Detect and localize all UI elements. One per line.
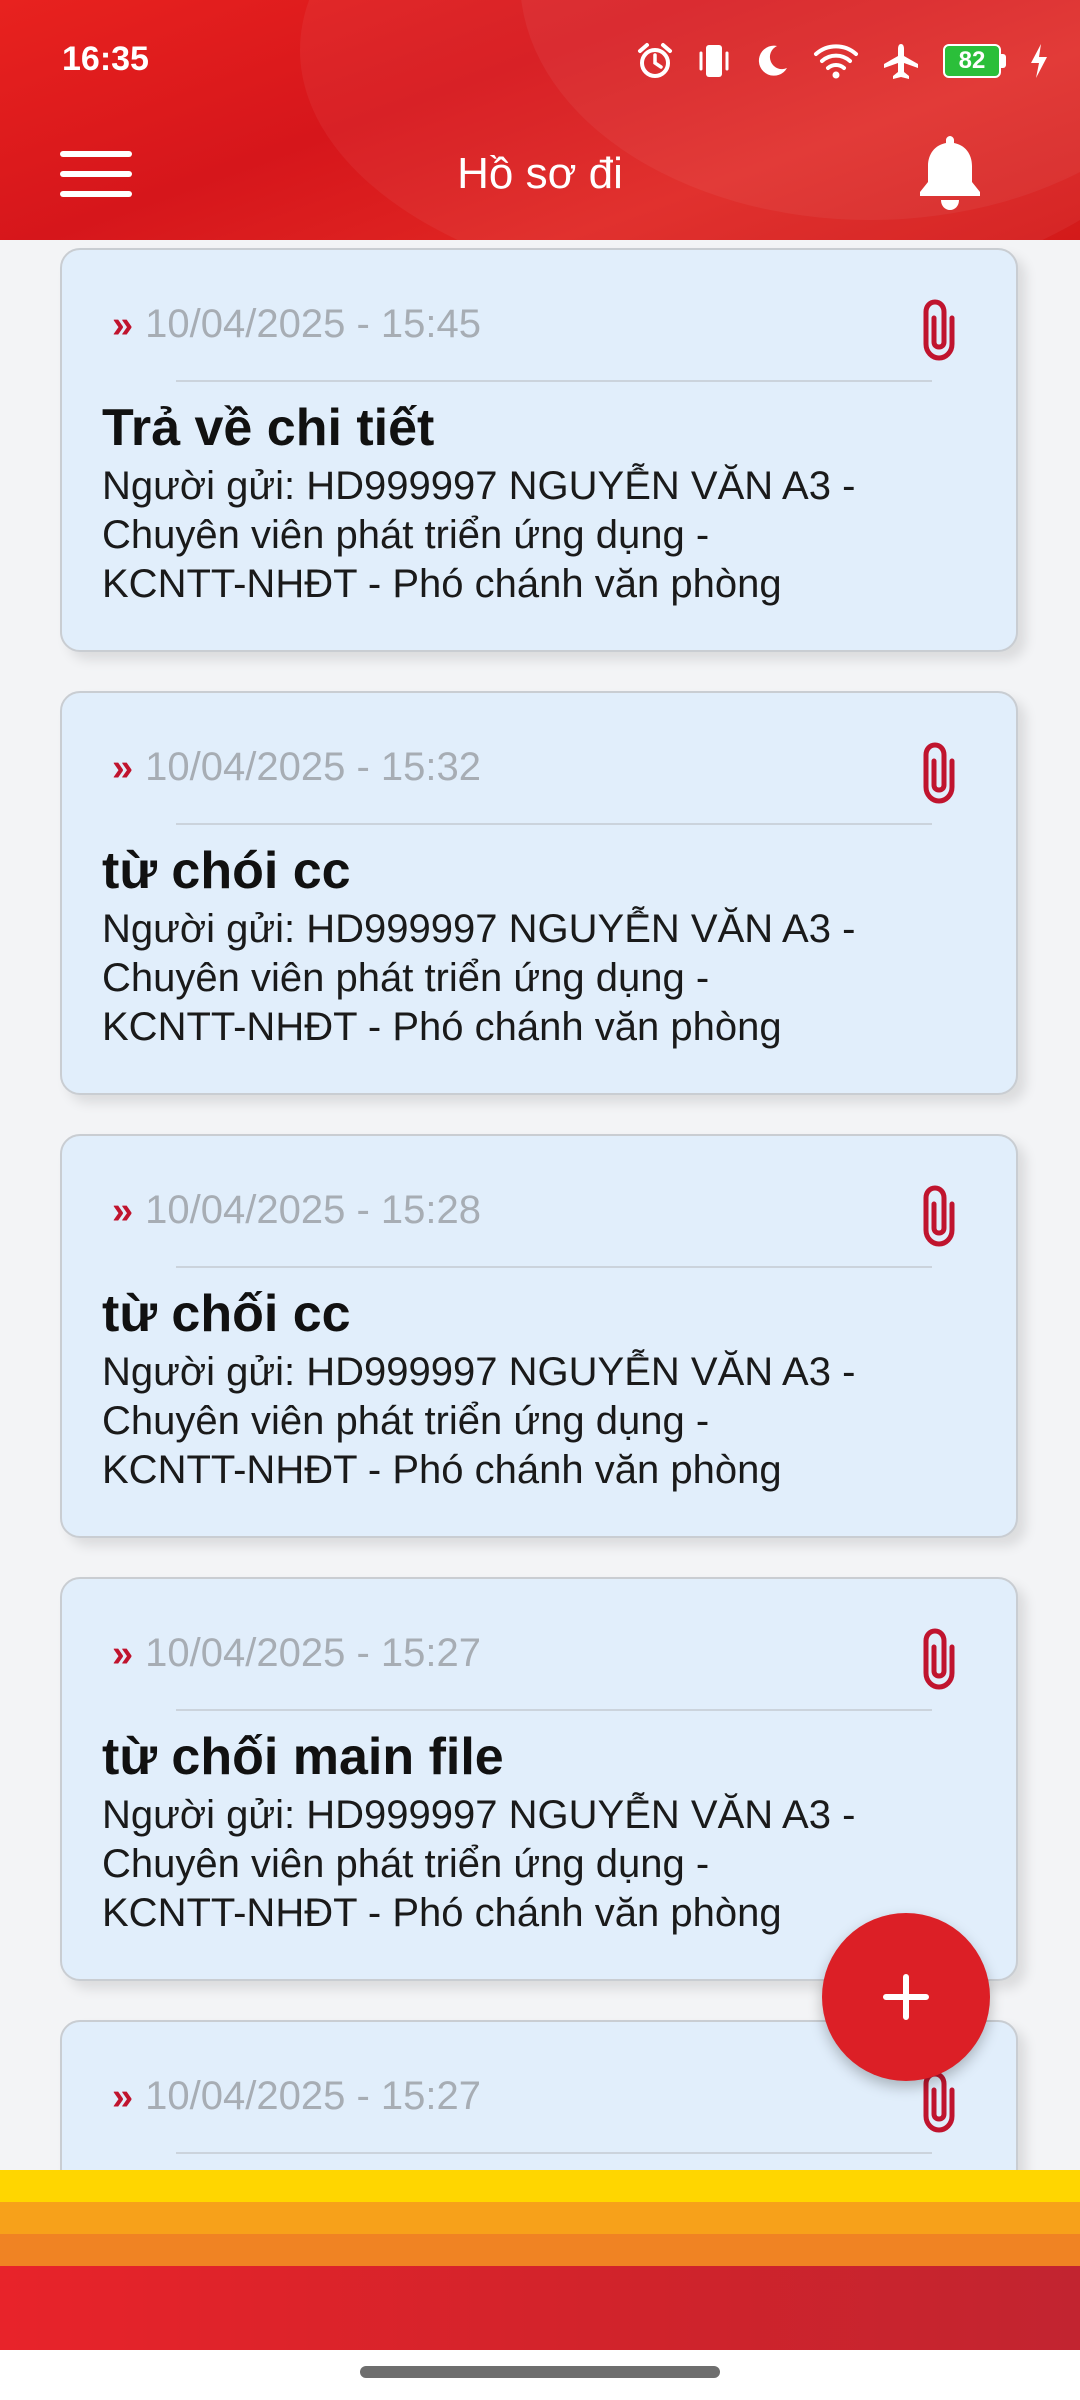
decorative-band-orange: [0, 2202, 1080, 2234]
app-root: 16:35 82 Hồ sơ đi » 10/04/2025 - 15:45 T…: [0, 0, 1080, 2400]
status-icons: 82: [635, 36, 1050, 86]
status-bar: 16:35 82: [0, 0, 1080, 120]
double-chevron-icon: »: [112, 303, 134, 346]
item-date: 10/04/2025 - 15:32: [145, 745, 481, 789]
list-item[interactable]: » 10/04/2025 - 15:28 từ chối cc Người gử…: [60, 1134, 1018, 1538]
header: 16:35 82 Hồ sơ đi: [0, 0, 1080, 240]
item-sender: Người gửi: HD999997 NGUYỄN VĂN A3 - Chuy…: [102, 1793, 856, 1935]
charging-icon: [1028, 42, 1050, 80]
divider: [176, 823, 932, 825]
item-sender: Người gửi: HD999997 NGUYỄN VĂN A3 - Chuy…: [102, 464, 856, 606]
alarm-icon: [635, 41, 675, 81]
item-date: 10/04/2025 - 15:28: [145, 1188, 481, 1232]
item-sender: Người gửi: HD999997 NGUYỄN VĂN A3 - Chuy…: [102, 907, 856, 1049]
paperclip-icon[interactable]: [914, 294, 964, 364]
divider: [176, 1266, 932, 1268]
airplane-icon: [881, 41, 921, 81]
item-date: 10/04/2025 - 15:27: [145, 1631, 481, 1675]
divider: [176, 2152, 932, 2154]
paperclip-icon[interactable]: [914, 1623, 964, 1693]
decorative-band-dark-orange: [0, 2234, 1080, 2266]
decorative-band-yellow: [0, 2170, 1080, 2202]
item-sender: Người gửi: HD999997 NGUYỄN VĂN A3 - Chuy…: [102, 1350, 856, 1492]
app-bar: Hồ sơ đi: [0, 120, 1080, 240]
double-chevron-icon: »: [112, 746, 134, 789]
item-title: từ chói cc: [102, 842, 351, 900]
bell-icon[interactable]: [912, 130, 988, 214]
item-title: từ chối main file: [102, 1728, 504, 1786]
paperclip-icon[interactable]: [914, 737, 964, 807]
divider: [176, 380, 932, 382]
moon-icon: [753, 42, 791, 80]
item-date: 10/04/2025 - 15:45: [145, 302, 481, 346]
home-indicator[interactable]: [360, 2366, 720, 2378]
item-date: 10/04/2025 - 15:27: [145, 2074, 481, 2118]
add-button[interactable]: [822, 1913, 990, 2081]
wifi-icon: [813, 42, 859, 80]
decorative-band-red: [0, 2266, 1080, 2350]
double-chevron-icon: »: [112, 2075, 134, 2118]
battery-icon: 82: [943, 44, 1006, 78]
item-title: từ chối cc: [102, 1285, 351, 1343]
plus-icon: [883, 1974, 929, 2020]
double-chevron-icon: »: [112, 1189, 134, 1232]
item-title: Trả về chi tiết: [102, 399, 435, 457]
status-time: 16:35: [62, 40, 149, 78]
battery-level: 82: [943, 44, 1001, 78]
double-chevron-icon: »: [112, 1632, 134, 1675]
vibrate-icon: [697, 41, 731, 81]
paperclip-icon[interactable]: [914, 1180, 964, 1250]
list-item[interactable]: » 10/04/2025 - 15:32 từ chói cc Người gử…: [60, 691, 1018, 1095]
list-item[interactable]: » 10/04/2025 - 15:45 Trả về chi tiết Ngư…: [60, 248, 1018, 652]
document-list: » 10/04/2025 - 15:45 Trả về chi tiết Ngư…: [0, 240, 1080, 2170]
divider: [176, 1709, 932, 1711]
